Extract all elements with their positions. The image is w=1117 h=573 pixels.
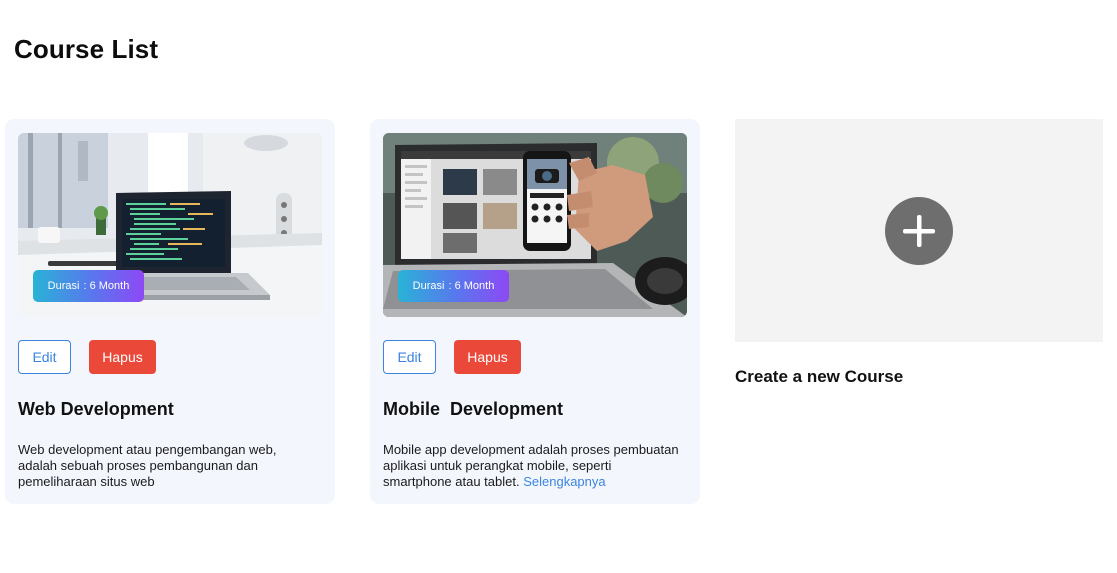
course-description: Web development atau pengembangan web, a… xyxy=(18,442,318,490)
duration-label: Durasi xyxy=(412,280,445,292)
course-description: Mobile app development adalah proses pem… xyxy=(383,442,683,490)
duration-badge: Durasi : 6 Month xyxy=(398,270,509,302)
edit-button[interactable]: Edit xyxy=(383,340,436,374)
delete-button[interactable]: Hapus xyxy=(89,340,156,374)
course-title: Web Development xyxy=(18,399,174,419)
course-description-text: Web development atau pengembangan web, a… xyxy=(18,442,277,489)
course-card: Durasi : 6 Month Edit Hapus Web Developm… xyxy=(5,119,335,504)
course-image: Durasi : 6 Month xyxy=(383,133,687,317)
duration-badge: Durasi : 6 Month xyxy=(33,270,144,302)
course-card: Durasi : 6 Month Edit Hapus Mobile Devel… xyxy=(370,119,700,504)
course-image: Durasi : 6 Month xyxy=(18,133,322,317)
plus-icon[interactable] xyxy=(885,197,953,265)
create-course-label[interactable]: Create a new Course xyxy=(735,367,903,387)
edit-button[interactable]: Edit xyxy=(18,340,71,374)
delete-button[interactable]: Hapus xyxy=(454,340,521,374)
page-title: Course List xyxy=(14,34,159,64)
course-title: Mobile Development xyxy=(383,399,564,419)
duration-value: : 6 Month xyxy=(448,280,495,292)
duration-value: : 6 Month xyxy=(83,280,130,292)
duration-label: Durasi xyxy=(47,280,80,292)
read-more-link[interactable]: Selengkapnya xyxy=(523,474,605,489)
create-course-tile[interactable] xyxy=(735,119,1103,342)
